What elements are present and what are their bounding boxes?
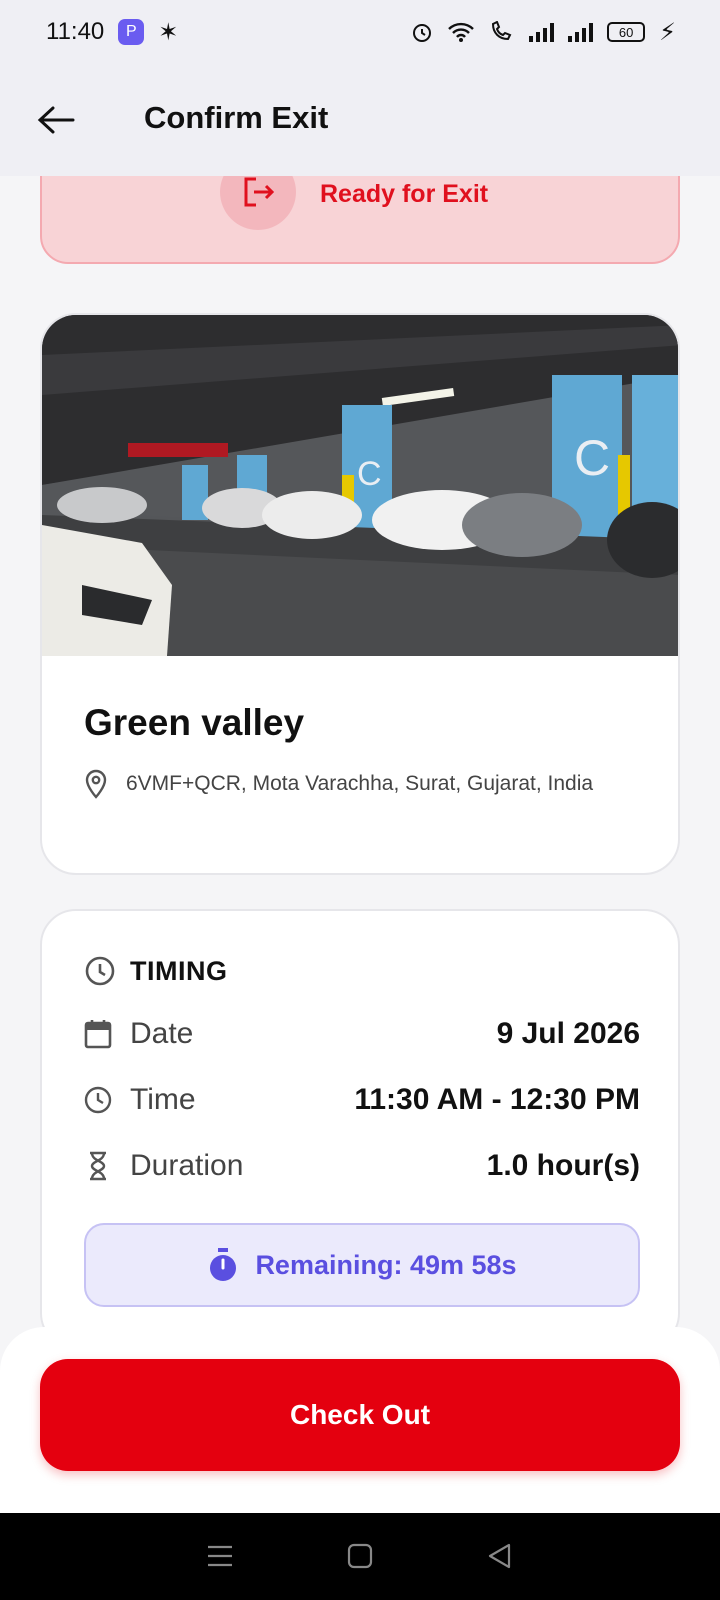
back-arrow-icon xyxy=(37,106,75,134)
system-nav-bar xyxy=(0,1512,720,1600)
hourglass-icon xyxy=(90,1151,106,1181)
svg-text:C: C xyxy=(357,455,382,493)
home-square-icon xyxy=(347,1543,373,1569)
parking-photo: C C xyxy=(42,315,678,656)
time-value: 11:30 AM - 12:30 PM xyxy=(354,1083,640,1116)
menu-icon xyxy=(208,1545,232,1567)
charging-icon: ⚡ xyxy=(659,18,676,46)
time-row: Time 11:30 AM - 12:30 PM xyxy=(84,1083,640,1117)
bottom-action-sheet: Check Out xyxy=(0,1327,720,1513)
location-address: 6VMF+QCR, Mota Varachha, Surat, Gujarat,… xyxy=(126,772,594,795)
duration-row: Duration 1.0 hour(s) xyxy=(84,1149,640,1183)
location-name: Green valley xyxy=(84,702,305,743)
remaining-time-label: Remaining: 49m 58s xyxy=(255,1249,517,1280)
back-button[interactable] xyxy=(36,100,76,140)
location-pin-icon xyxy=(85,769,107,799)
date-row: Date 9 Jul 2026 xyxy=(84,1017,640,1051)
battery-icon: 60 xyxy=(607,22,646,42)
stopwatch-icon xyxy=(210,1248,237,1281)
signal-2-icon xyxy=(568,22,594,42)
sparkle-icon: ✶ xyxy=(158,18,179,46)
calendar-icon xyxy=(84,1020,112,1049)
page-title: Confirm Exit xyxy=(144,100,329,135)
call-icon xyxy=(492,21,512,41)
status-bar: 11:40 P ✶ 60 ⚡ xyxy=(0,0,720,64)
back-nav-button[interactable] xyxy=(480,1536,520,1576)
menu-nav-button[interactable] xyxy=(200,1536,240,1576)
clock-icon xyxy=(84,1086,112,1114)
alarm-icon xyxy=(413,24,432,42)
signal-1-icon xyxy=(529,22,555,42)
clock-icon xyxy=(85,956,115,986)
date-value: 9 Jul 2026 xyxy=(496,1017,640,1050)
location-card[interactable]: C C Green valley 6VMF+QCR, Mota Varachha… xyxy=(40,313,680,875)
date-label: Date xyxy=(130,1017,194,1050)
svg-text:C: C xyxy=(574,430,610,486)
app-header: Confirm Exit xyxy=(0,64,720,176)
timing-title: TIMING xyxy=(130,955,228,986)
status-time: 11:40 xyxy=(46,18,105,45)
duration-value: 1.0 hour(s) xyxy=(486,1149,640,1182)
ready-for-exit-label: Ready for Exit xyxy=(320,180,489,208)
remaining-time-badge: Remaining: 49m 58s xyxy=(84,1223,640,1307)
wifi-icon xyxy=(448,22,474,42)
timing-card: TIMING Date 9 Jul 2026 Time 11:30 AM - 1… xyxy=(40,909,680,1349)
check-out-button[interactable]: Check Out xyxy=(40,1359,680,1471)
duration-label: Duration xyxy=(130,1149,244,1182)
address-row: 6VMF+QCR, Mota Varachha, Surat, Gujarat,… xyxy=(84,767,624,801)
back-triangle-icon xyxy=(488,1543,511,1569)
home-nav-button[interactable] xyxy=(340,1536,380,1576)
app-notification-icon: P xyxy=(118,19,145,45)
time-label: Time xyxy=(130,1083,196,1116)
